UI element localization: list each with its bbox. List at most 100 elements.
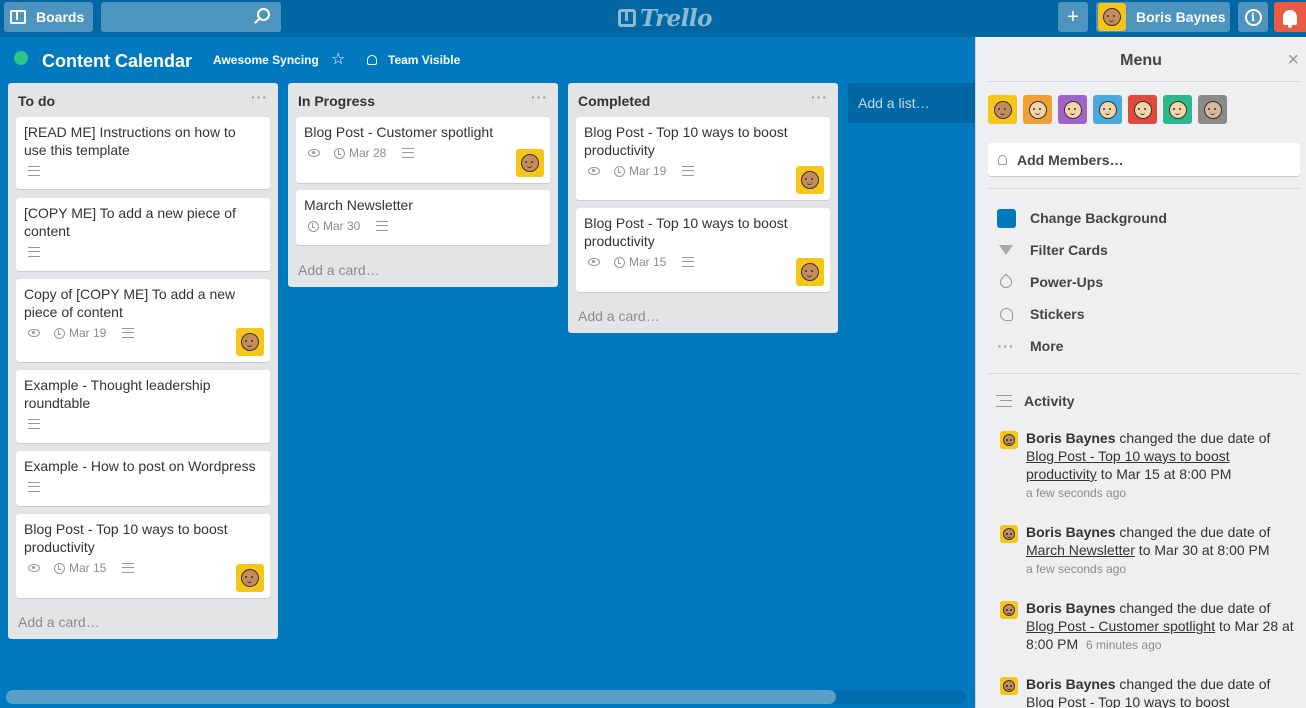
card-title: Example - How to post on Wordpress — [24, 458, 256, 474]
add-card-link[interactable]: Add a card… — [578, 308, 660, 324]
user-avatar — [1098, 3, 1126, 31]
member-avatar[interactable] — [796, 258, 824, 286]
watching-icon — [588, 258, 600, 266]
more-dots-icon: ··· — [997, 338, 1015, 354]
star-icon[interactable]: ☆ — [331, 49, 345, 69]
card-badges — [24, 479, 262, 495]
scrollbar-thumb[interactable] — [6, 690, 836, 704]
card-badges: Mar 28 — [304, 145, 542, 161]
activity-card-link[interactable]: Blog Post - Top 10 ways to boost — [1026, 694, 1230, 708]
add-members-label: Add Members… — [1017, 151, 1124, 168]
info-button[interactable]: i — [1238, 2, 1268, 32]
add-card-link[interactable]: Add a card… — [298, 262, 380, 278]
list-header[interactable]: In Progress ··· — [288, 83, 558, 116]
card-title: Example - Thought leadership roundtable — [24, 377, 211, 411]
list-todo: To do ··· [READ ME] Instructions on how … — [8, 83, 278, 639]
member-avatar[interactable] — [236, 564, 264, 592]
list-title[interactable]: Completed — [578, 93, 650, 109]
menu-change-background[interactable]: Change Background — [996, 206, 1167, 230]
due-date: Mar 15 — [69, 561, 107, 575]
member-avatar[interactable] — [1000, 677, 1018, 695]
clock-icon — [54, 562, 65, 574]
watching-icon — [308, 149, 320, 157]
activity-time[interactable]: 6 minutes ago — [1086, 638, 1161, 652]
search-icon[interactable] — [257, 8, 270, 21]
description-icon — [682, 257, 695, 267]
visibility-link[interactable]: Team Visible — [388, 53, 460, 67]
activity-member[interactable]: Boris Baynes — [1026, 600, 1115, 616]
card[interactable]: Blog Post - Customer spotlight Mar 28 — [296, 117, 550, 183]
card[interactable]: Blog Post - Top 10 ways to boost product… — [576, 208, 830, 292]
activity-member[interactable]: Boris Baynes — [1026, 524, 1115, 540]
activity-rest: to Mar 15 at 8:00 PM — [1096, 466, 1232, 482]
boards-button[interactable]: Boards — [4, 2, 93, 32]
user-name: Boris Baynes — [1136, 9, 1226, 25]
add-members-button[interactable]: Add Members… — [988, 143, 1300, 176]
card[interactable]: Example - Thought leadership roundtable — [16, 370, 270, 443]
close-icon[interactable]: × — [1287, 49, 1299, 72]
member-avatar[interactable] — [988, 95, 1017, 124]
member-avatar-photo[interactable] — [1198, 95, 1227, 124]
member-avatar[interactable] — [1093, 95, 1122, 124]
member-avatar[interactable] — [516, 149, 544, 177]
activity-time[interactable]: a few seconds ago — [1026, 559, 1300, 579]
card-title: Blog Post - Customer spotlight — [304, 124, 494, 140]
member-avatar[interactable] — [1000, 525, 1018, 543]
member-avatar[interactable] — [1000, 601, 1018, 619]
activity-member[interactable]: Boris Baynes — [1026, 676, 1115, 692]
card[interactable]: Blog Post - Top 10 ways to boost product… — [16, 514, 270, 598]
list-header[interactable]: To do ··· — [8, 83, 278, 116]
clock-icon — [54, 327, 65, 339]
card[interactable]: [COPY ME] To add a new piece of content — [16, 198, 270, 271]
card-badges — [24, 163, 262, 179]
card-badges: Mar 15 — [584, 254, 822, 270]
member-avatar[interactable] — [1128, 95, 1157, 124]
activity-member[interactable]: Boris Baynes — [1026, 430, 1115, 446]
list-menu-icon[interactable]: ··· — [251, 89, 268, 105]
board-title[interactable]: Content Calendar — [42, 51, 192, 72]
add-button[interactable]: + — [1058, 2, 1088, 32]
background-swatch-icon — [996, 208, 1016, 228]
activity-icon — [996, 395, 1012, 407]
due-date: Mar 28 — [349, 146, 387, 160]
member-avatar[interactable] — [796, 166, 824, 194]
add-card-link[interactable]: Add a card… — [18, 614, 100, 630]
team-visible-icon[interactable] — [367, 55, 377, 65]
list-title[interactable]: To do — [18, 93, 55, 109]
member-avatar[interactable] — [236, 328, 264, 356]
menu-stickers[interactable]: Stickers — [996, 302, 1084, 326]
board-org-link[interactable]: Awesome Syncing — [213, 53, 319, 67]
list-menu-icon[interactable]: ··· — [531, 89, 548, 105]
search-input[interactable] — [101, 2, 281, 32]
menu-power-ups[interactable]: Power-Ups — [996, 270, 1103, 294]
trello-logo[interactable]: Trello — [618, 5, 713, 32]
watching-icon — [588, 167, 600, 175]
card[interactable]: [READ ME] Instructions on how to use thi… — [16, 117, 270, 189]
filter-icon — [996, 245, 1016, 255]
menu-filter-cards[interactable]: Filter Cards — [996, 238, 1108, 262]
activity-time[interactable]: a few seconds ago — [1026, 483, 1300, 503]
menu-more[interactable]: ··· More — [996, 334, 1064, 358]
activity-action: changed the due date of — [1115, 430, 1271, 446]
member-avatar[interactable] — [1023, 95, 1052, 124]
top-header: Boards Trello + Boris Baynes i — [0, 0, 1306, 37]
list-title[interactable]: In Progress — [298, 93, 375, 109]
user-menu-button[interactable]: Boris Baynes — [1096, 2, 1230, 32]
notifications-button[interactable] — [1274, 2, 1306, 32]
activity-card-link[interactable]: March Newsletter — [1026, 542, 1135, 558]
add-list-button[interactable]: Add a list… — [848, 83, 975, 123]
member-avatar[interactable] — [1163, 95, 1192, 124]
description-icon — [402, 148, 415, 158]
card[interactable]: Example - How to post on Wordpress — [16, 451, 270, 506]
description-icon — [28, 166, 40, 176]
card-badges — [24, 244, 262, 260]
clock-icon — [334, 147, 345, 159]
card[interactable]: March Newsletter Mar 30 — [296, 190, 550, 245]
list-menu-icon[interactable]: ··· — [811, 89, 828, 105]
member-avatar[interactable] — [1000, 431, 1018, 449]
card[interactable]: Blog Post - Top 10 ways to boost product… — [576, 117, 830, 200]
activity-card-link[interactable]: Blog Post - Customer spotlight — [1026, 618, 1215, 634]
list-header[interactable]: Completed ··· — [568, 83, 838, 116]
member-avatar[interactable] — [1058, 95, 1087, 124]
card[interactable]: Copy of [COPY ME] To add a new piece of … — [16, 279, 270, 362]
